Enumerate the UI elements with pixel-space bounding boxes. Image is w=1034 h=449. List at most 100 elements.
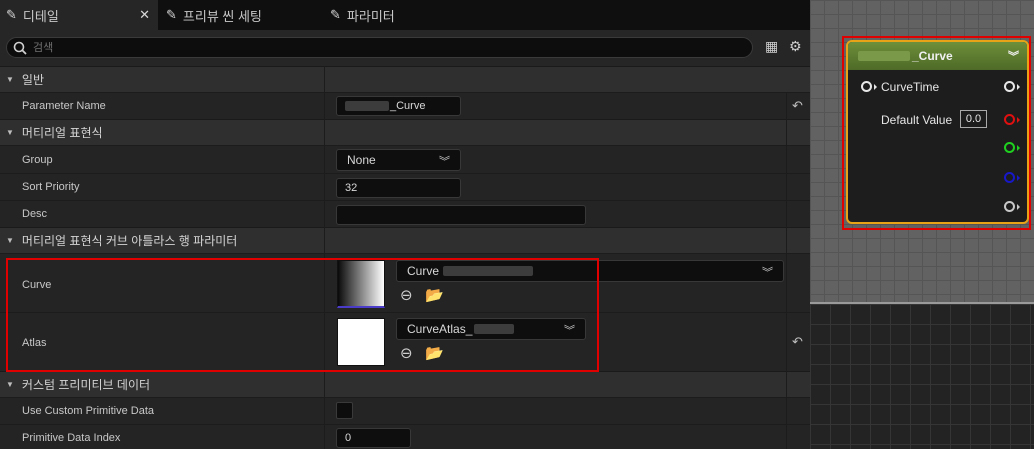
section-curve-atlas-row-parameter[interactable]: ▼ 머티리얼 표현식 커브 아틀라스 행 파라미터 <box>0 227 810 253</box>
desc-field[interactable] <box>336 205 586 225</box>
property-row-parameter-name: Parameter Name _Curve ↶ <box>0 92 810 119</box>
node-header[interactable]: _Curve ︾ <box>848 42 1027 70</box>
browse-folder-icon[interactable]: 📂 <box>425 286 444 304</box>
curve-thumbnail[interactable] <box>337 260 385 308</box>
curve-asset-picker[interactable]: Curve ︾ <box>396 260 784 282</box>
pin-row-curve-time: CurveTime <box>848 77 1027 97</box>
property-row-curve: Curve Curve ︾ ⊖ 📂 <box>0 253 810 312</box>
chevron-down-icon[interactable]: ︾ <box>1008 48 1019 64</box>
redacted-mask <box>474 324 515 334</box>
curve-value: Curve <box>407 264 440 278</box>
property-row-use-custom-primitive: Use Custom Primitive Data <box>0 397 810 424</box>
details-panel: ✎ 디테일 ✕ ✎ 프리뷰 씬 세팅 ✎ 파라미터 ▦ ⚙ ▼ 일반 Param… <box>0 0 810 449</box>
table-view-icon[interactable]: ▦ <box>765 38 778 55</box>
pin-row-default-value: Default Value 0.0 <box>848 109 1027 129</box>
sort-priority-field[interactable]: 32 <box>336 178 461 198</box>
property-label: Use Custom Primitive Data <box>22 405 155 417</box>
browse-folder-icon[interactable]: 📂 <box>425 344 444 362</box>
section-title: 머티리얼 표현식 <box>21 126 103 140</box>
search-input[interactable] <box>33 41 713 54</box>
chevron-down-icon: ︾ <box>564 325 575 337</box>
section-material-expression[interactable]: ▼ 머티리얼 표현식 <box>0 119 810 145</box>
property-label: Group <box>22 154 53 166</box>
property-label: Desc <box>22 208 48 220</box>
pin-arrow-icon <box>1017 84 1020 90</box>
pin-arrow-icon <box>1017 175 1020 181</box>
primitive-data-index-field[interactable]: 0 <box>336 428 411 448</box>
property-row-sort-priority: Sort Priority 32 <box>0 173 810 200</box>
search-icon <box>13 41 27 55</box>
property-row-desc: Desc <box>0 200 810 227</box>
section-title: 일반 <box>21 73 45 87</box>
pin-arrow-icon <box>1017 145 1020 151</box>
output-pin-red[interactable] <box>1004 114 1015 125</box>
collapse-triangle-icon: ▼ <box>6 236 14 245</box>
pin-row-alpha <box>848 198 1027 218</box>
property-label: Primitive Data Index <box>22 432 121 444</box>
search-box[interactable] <box>6 37 753 58</box>
parameter-name-field[interactable]: _Curve <box>336 96 461 116</box>
property-row-group: Group None ︾ <box>0 145 810 173</box>
tab-bar: ✎ 디테일 ✕ ✎ 프리뷰 씬 세팅 ✎ 파라미터 <box>0 0 810 30</box>
property-row-primitive-data-index: Primitive Data Index 0 <box>0 424 810 449</box>
curve-atlas-parameter-node[interactable]: _Curve ︾ CurveTime Default Value 0.0 <box>846 40 1029 224</box>
tab-label: 프리뷰 씬 세팅 <box>182 8 262 24</box>
tab-label: 디테일 <box>22 8 59 24</box>
group-combo[interactable]: None ︾ <box>336 149 461 171</box>
pencil-icon: ✎ <box>6 7 17 22</box>
output-pin-alpha[interactable] <box>1004 201 1015 212</box>
atlas-thumbnail[interactable] <box>337 318 385 366</box>
reset-to-default-icon[interactable]: ↶ <box>792 98 803 114</box>
column-divider <box>324 66 325 449</box>
sort-priority-value: 32 <box>345 182 358 194</box>
pencil-icon: ✎ <box>166 7 177 22</box>
tab-parameters[interactable]: ✎ 파라미터 <box>330 0 430 30</box>
chevron-down-icon: ︾ <box>762 267 773 279</box>
pin-arrow-icon <box>1017 117 1020 123</box>
redacted-mask <box>345 101 389 111</box>
output-pin-green[interactable] <box>1004 142 1015 153</box>
atlas-value: CurveAtlas_ <box>407 322 473 336</box>
input-pin[interactable] <box>861 81 872 92</box>
column-divider <box>786 92 787 449</box>
chevron-down-icon: ︾ <box>439 156 450 168</box>
reset-to-default-icon[interactable]: ↶ <box>792 334 803 350</box>
property-label: Curve <box>22 279 52 291</box>
parameter-name-value: _Curve <box>390 100 426 112</box>
group-value: None <box>347 153 376 167</box>
output-pin-blue[interactable] <box>1004 172 1015 183</box>
pin-row-blue <box>848 169 1027 189</box>
use-custom-primitive-checkbox[interactable] <box>336 402 353 419</box>
redacted-mask <box>858 51 910 61</box>
output-pin-white[interactable] <box>1004 81 1015 92</box>
collapse-triangle-icon: ▼ <box>6 75 14 84</box>
primitive-data-index-value: 0 <box>345 432 352 444</box>
tab-label: 파라미터 <box>346 8 395 24</box>
use-selected-asset-icon[interactable]: ⊖ <box>400 286 413 304</box>
pin-row-green <box>848 138 1027 158</box>
property-row-atlas: Atlas CurveAtlas_ ︾ ⊖ 📂 ↶ <box>0 312 810 371</box>
material-graph-canvas-lower[interactable] <box>810 302 1034 449</box>
node-title: _Curve <box>912 49 953 63</box>
section-title: 머티리얼 표현식 커브 아틀라스 행 파라미터 <box>21 234 238 248</box>
tab-details[interactable]: ✎ 디테일 ✕ <box>0 0 158 30</box>
default-value-label: Default Value <box>881 113 953 127</box>
section-title: 커스텀 프리미티브 데이터 <box>21 378 151 392</box>
search-row: ▦ ⚙ <box>0 30 810 66</box>
property-label: Sort Priority <box>22 181 80 193</box>
gear-icon[interactable]: ⚙ <box>789 38 802 55</box>
section-general[interactable]: ▼ 일반 <box>0 66 810 92</box>
property-label: Parameter Name <box>22 100 106 112</box>
redacted-mask <box>443 266 534 276</box>
property-label: Atlas <box>22 337 47 349</box>
use-selected-asset-icon[interactable]: ⊖ <box>400 344 413 362</box>
pencil-icon: ✎ <box>330 7 341 22</box>
collapse-triangle-icon: ▼ <box>6 128 14 137</box>
tab-preview-scene-settings[interactable]: ✎ 프리뷰 씬 세팅 <box>166 0 316 30</box>
pin-arrow-icon <box>1017 204 1020 210</box>
collapse-triangle-icon: ▼ <box>6 380 14 389</box>
section-custom-primitive-data[interactable]: ▼ 커스텀 프리미티브 데이터 <box>0 371 810 397</box>
default-value-field[interactable]: 0.0 <box>960 110 987 128</box>
atlas-asset-picker[interactable]: CurveAtlas_ ︾ <box>396 318 586 340</box>
close-icon[interactable]: ✕ <box>139 7 150 23</box>
